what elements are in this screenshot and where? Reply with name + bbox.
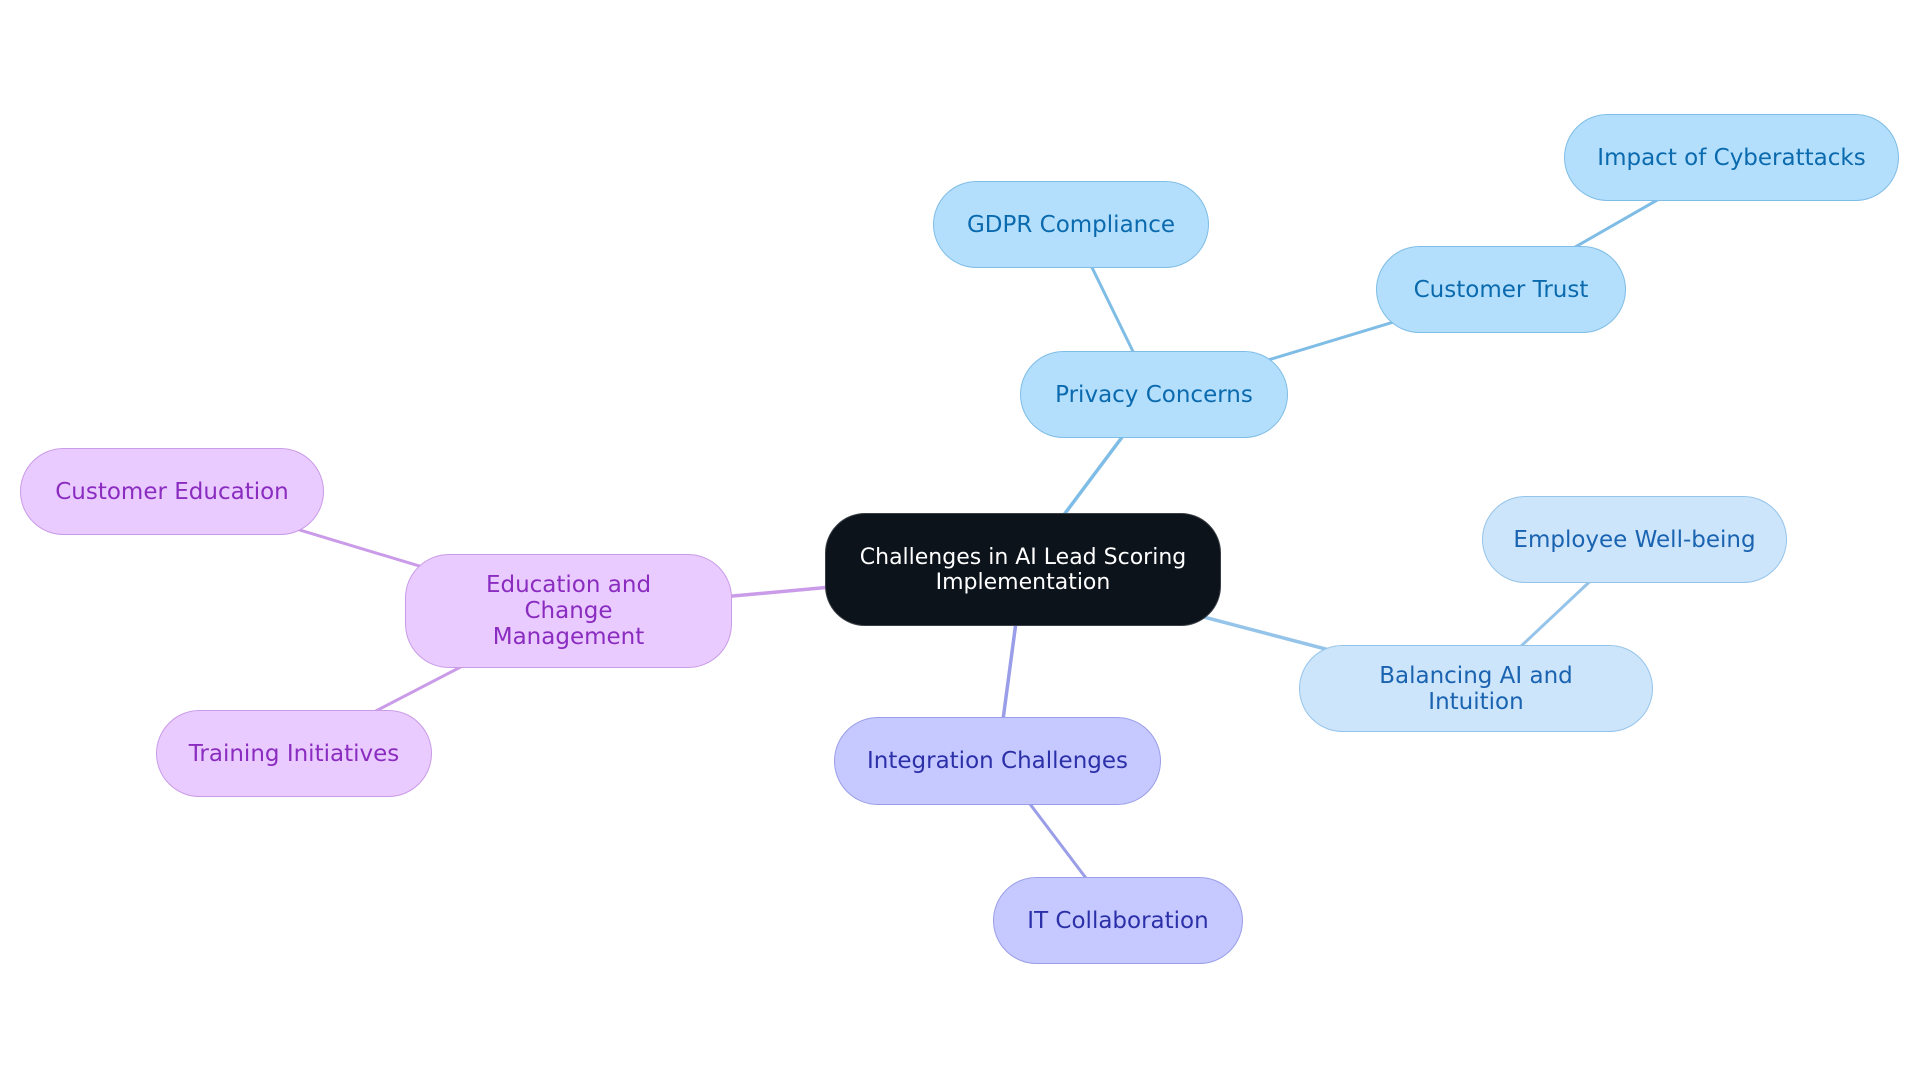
node-label: Customer Trust (1413, 276, 1589, 303)
node-balancing-ai-and-intuition[interactable]: Balancing AI and Intuition (1299, 645, 1653, 732)
node-privacy-concerns[interactable]: Privacy Concerns (1020, 351, 1288, 438)
node-gdpr-compliance[interactable]: GDPR Compliance (933, 181, 1209, 268)
node-label: GDPR Compliance (966, 211, 1176, 238)
node-label: Training Initiatives (188, 740, 400, 767)
node-label: Employee Well-being (1513, 526, 1756, 553)
node-label: Education and Change Management (485, 572, 652, 650)
node-label: Balancing AI and Intuition (1379, 662, 1573, 715)
node-customer-education[interactable]: Customer Education (20, 448, 324, 535)
node-education-and-change-management[interactable]: Education and Change Management (405, 554, 732, 668)
node-impact-of-cyberattacks[interactable]: Impact of Cyberattacks (1564, 114, 1899, 201)
root-node-label: Challenges in AI Lead Scoring Implementa… (859, 544, 1187, 595)
node-label: Customer Education (55, 478, 289, 505)
node-it-collaboration[interactable]: IT Collaboration (993, 877, 1243, 964)
node-employee-well-being[interactable]: Employee Well-being (1482, 496, 1787, 583)
node-label: IT Collaboration (1027, 907, 1209, 934)
node-label: Privacy Concerns (1055, 381, 1253, 408)
node-integration-challenges[interactable]: Integration Challenges (834, 717, 1161, 805)
node-label: Integration Challenges (866, 748, 1129, 774)
node-training-initiatives[interactable]: Training Initiatives (156, 710, 432, 797)
root-node[interactable]: Challenges in AI Lead Scoring Implementa… (825, 513, 1221, 626)
node-customer-trust[interactable]: Customer Trust (1376, 246, 1626, 333)
node-label: Impact of Cyberattacks (1597, 144, 1866, 171)
